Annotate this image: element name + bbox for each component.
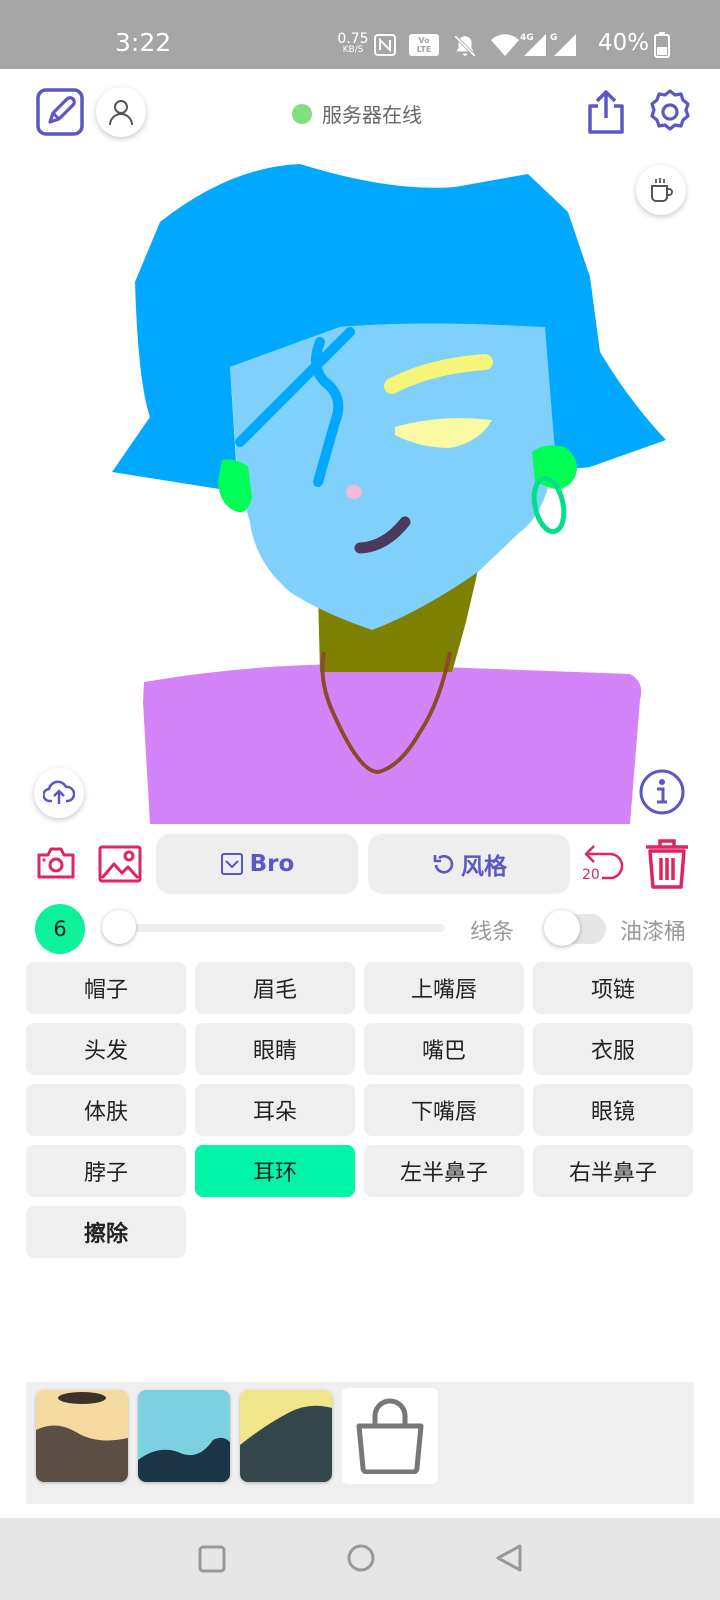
drawing-canvas[interactable] [0, 152, 720, 824]
share-icon[interactable] [584, 88, 628, 136]
home-icon[interactable] [346, 1543, 376, 1573]
recents-icon[interactable] [198, 1545, 226, 1573]
result-thumbnail[interactable] [138, 1390, 230, 1482]
battery-icon [654, 32, 670, 58]
style-button-label: 风格 [461, 854, 507, 880]
part-button[interactable]: 下嘴唇 [364, 1084, 524, 1136]
status-time: 3:22 [115, 28, 172, 57]
volte-icon: Vo LTE [409, 34, 439, 56]
wifi-icon [491, 34, 519, 56]
brush-size-slider-thumb[interactable] [102, 910, 136, 944]
part-button[interactable]: 上嘴唇 [364, 962, 524, 1014]
user-button[interactable] [96, 87, 146, 137]
undo-count: 20 [582, 867, 600, 883]
svg-text:LTE: LTE [417, 45, 432, 54]
result-thumbnail[interactable] [36, 1390, 128, 1482]
part-button[interactable]: 眼睛 [195, 1023, 355, 1075]
brush-size-slider[interactable] [120, 924, 445, 932]
part-button[interactable]: 擦除 [26, 1206, 186, 1258]
settings-icon[interactable] [646, 88, 694, 136]
part-button[interactable]: 右半鼻子 [533, 1145, 693, 1197]
svg-text:4G: 4G [520, 33, 534, 43]
upload-icon [43, 780, 75, 804]
server-status-text: 服务器在线 [322, 103, 422, 127]
drawing-shirt [143, 664, 642, 824]
part-button[interactable]: 耳朵 [195, 1084, 355, 1136]
drawing-face [230, 323, 555, 630]
part-button[interactable]: 衣服 [533, 1023, 693, 1075]
coffee-button[interactable] [636, 165, 686, 215]
paint-bucket-toggle-thumb[interactable] [544, 910, 580, 946]
user-icon [109, 100, 133, 126]
result-thumbnail[interactable] [240, 1390, 332, 1482]
bro-button[interactable]: Bro [156, 834, 358, 894]
net-speed-unit: KB/S [342, 45, 364, 55]
status-bar: 3:22 0.75 KB/S Vo LTE 4G G 40% [0, 0, 720, 69]
net-speed: 0.75 KB/S [333, 32, 373, 55]
battery-percent: 40% [598, 30, 650, 56]
checkbox-icon [220, 853, 243, 875]
shop-button[interactable] [342, 1388, 438, 1484]
server-status: 服务器在线 [292, 99, 422, 128]
brush-size-badge: 6 [35, 904, 85, 954]
part-button[interactable]: 嘴巴 [364, 1023, 524, 1075]
drawing-ear-left [218, 459, 252, 513]
line-mode-label: 线条 [470, 920, 515, 945]
svg-text:G: G [550, 33, 557, 43]
part-button[interactable]: 眼镜 [533, 1084, 693, 1136]
part-button[interactable]: 头发 [26, 1023, 186, 1075]
camera-icon[interactable] [36, 845, 76, 881]
trash-icon[interactable] [644, 838, 690, 890]
server-status-dot [292, 103, 312, 124]
part-button[interactable]: 左半鼻子 [364, 1145, 524, 1197]
mute-icon [454, 35, 476, 57]
image-icon[interactable] [98, 845, 142, 883]
signal-4g-icon: 4G [520, 33, 546, 56]
style-button[interactable]: 风格 [368, 834, 570, 894]
refresh-icon [433, 855, 454, 874]
bro-button-label: Bro [249, 851, 295, 877]
part-button[interactable]: 帽子 [26, 962, 186, 1014]
part-button[interactable]: 脖子 [26, 1145, 186, 1197]
paint-bucket-label: 油漆桶 [620, 920, 687, 945]
part-button[interactable]: 体肤 [26, 1084, 186, 1136]
drawing-nose [346, 485, 362, 499]
part-button[interactable]: 眉毛 [195, 962, 355, 1014]
bag-icon [356, 1398, 424, 1474]
svg-text:Vo: Vo [418, 36, 430, 45]
back-icon[interactable] [494, 1543, 524, 1573]
signal-g-icon: G [550, 33, 576, 56]
net-speed-value: 0.75 [337, 31, 369, 47]
part-button[interactable]: 项链 [533, 962, 693, 1014]
edit-icon[interactable] [36, 88, 84, 136]
part-button[interactable]: 耳环 [195, 1145, 355, 1197]
nfc-icon [374, 34, 396, 56]
info-icon[interactable] [638, 768, 686, 816]
coffee-icon [651, 178, 673, 202]
upload-button[interactable] [34, 768, 84, 818]
